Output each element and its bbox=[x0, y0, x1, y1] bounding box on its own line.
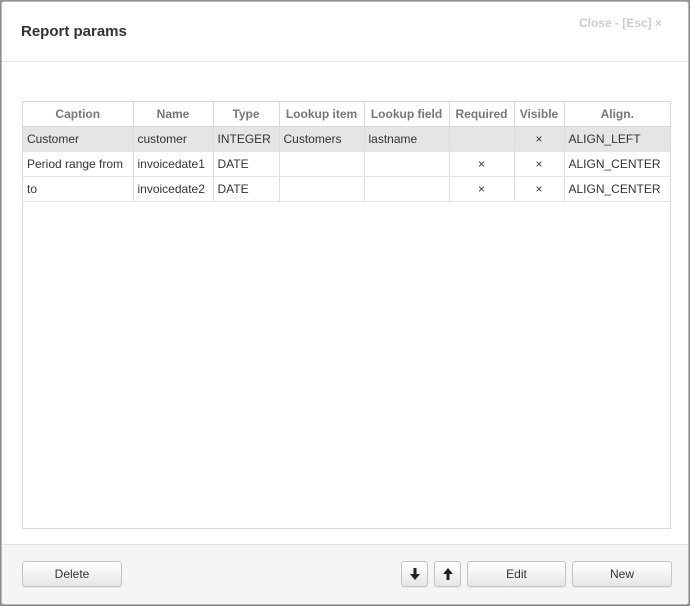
cell-type: DATE bbox=[213, 176, 280, 202]
table-header-row: Caption Name Type Lookup item Lookup fie… bbox=[23, 102, 670, 127]
cell-type: INTEGER bbox=[213, 126, 280, 152]
table-row[interactable]: Period range from invoicedate1 DATE × × … bbox=[23, 151, 670, 177]
cell-lookup-item: Customers bbox=[279, 126, 365, 152]
column-header-visible[interactable]: Visible bbox=[514, 102, 565, 127]
column-header-lookup-field[interactable]: Lookup field bbox=[364, 102, 450, 127]
delete-button[interactable]: Delete bbox=[22, 561, 122, 587]
column-header-lookup-item[interactable]: Lookup item bbox=[279, 102, 365, 127]
cell-name: customer bbox=[133, 126, 214, 152]
column-header-required[interactable]: Required bbox=[449, 102, 515, 127]
column-header-name[interactable]: Name bbox=[133, 102, 214, 127]
arrow-down-icon bbox=[409, 568, 420, 580]
cell-lookup-item bbox=[279, 151, 365, 177]
column-header-align[interactable]: Align. bbox=[564, 102, 670, 127]
table-row[interactable]: Customer customer INTEGER Customers last… bbox=[23, 126, 670, 152]
cell-required: × bbox=[449, 151, 515, 177]
report-params-dialog: Report params Close - [Esc] × Caption Na… bbox=[1, 1, 689, 605]
dialog-body: Caption Name Type Lookup item Lookup fie… bbox=[2, 62, 688, 542]
cell-visible: × bbox=[514, 176, 565, 202]
dialog-title: Report params bbox=[21, 23, 127, 40]
cell-lookup-field: lastname bbox=[364, 126, 450, 152]
cell-name: invoicedate2 bbox=[133, 176, 214, 202]
cell-required bbox=[449, 126, 515, 152]
new-button[interactable]: New bbox=[572, 561, 672, 587]
cell-type: DATE bbox=[213, 151, 280, 177]
move-up-button[interactable] bbox=[434, 561, 461, 587]
column-header-caption[interactable]: Caption bbox=[23, 102, 134, 127]
edit-button[interactable]: Edit bbox=[467, 561, 566, 587]
cell-align: ALIGN_LEFT bbox=[564, 126, 670, 152]
cell-name: invoicedate1 bbox=[133, 151, 214, 177]
cell-align: ALIGN_CENTER bbox=[564, 151, 670, 177]
cell-align: ALIGN_CENTER bbox=[564, 176, 670, 202]
params-table: Caption Name Type Lookup item Lookup fie… bbox=[23, 102, 670, 202]
arrow-up-icon bbox=[442, 568, 453, 580]
cell-caption: Customer bbox=[23, 126, 134, 152]
cell-visible: × bbox=[514, 151, 565, 177]
cell-lookup-field bbox=[364, 151, 450, 177]
move-down-button[interactable] bbox=[401, 561, 428, 587]
dialog-header: Report params Close - [Esc] × bbox=[2, 2, 688, 62]
dialog-footer: Delete Edit New bbox=[2, 544, 688, 604]
column-header-type[interactable]: Type bbox=[213, 102, 280, 127]
table-row[interactable]: to invoicedate2 DATE × × ALIGN_CENTER bbox=[23, 176, 670, 202]
params-grid: Caption Name Type Lookup item Lookup fie… bbox=[22, 101, 671, 529]
close-button[interactable]: Close - [Esc] × bbox=[579, 16, 662, 30]
cell-lookup-item bbox=[279, 176, 365, 202]
cell-visible: × bbox=[514, 126, 565, 152]
cell-required: × bbox=[449, 176, 515, 202]
cell-caption: to bbox=[23, 176, 134, 202]
cell-lookup-field bbox=[364, 176, 450, 202]
cell-caption: Period range from bbox=[23, 151, 134, 177]
